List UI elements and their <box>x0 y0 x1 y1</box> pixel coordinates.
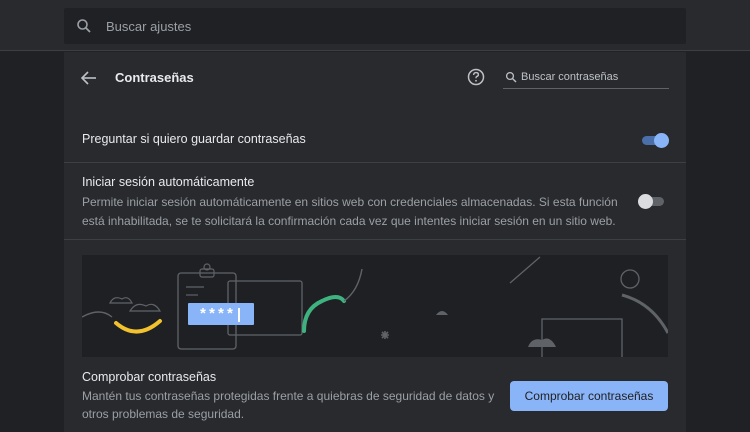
auto-signin-row: Iniciar sesión automáticamente Permite i… <box>64 163 686 240</box>
page-title: Contraseñas <box>115 70 194 85</box>
offer-to-save-toggle[interactable] <box>640 133 669 148</box>
arrow-back-icon[interactable] <box>78 67 100 89</box>
settings-search-input[interactable]: Buscar ajustes <box>64 8 686 44</box>
help-icon[interactable] <box>466 67 486 87</box>
illustration-graphic: ****| <box>82 256 668 357</box>
toggle-knob <box>638 194 653 209</box>
passwords-card: Contraseñas Buscar contraseñas Preguntar… <box>64 52 686 432</box>
check-passwords-button[interactable]: Comprobar contraseñas <box>510 381 668 411</box>
check-passwords-title: Comprobar contraseñas <box>82 370 217 384</box>
masked-password-text: ****| <box>198 307 243 324</box>
search-icon <box>505 71 517 83</box>
offer-to-save-row: Preguntar si quiero guardar contraseñas <box>64 124 686 163</box>
password-search-placeholder: Buscar contraseñas <box>521 71 619 83</box>
top-toolbar: Buscar ajustes <box>0 0 750 51</box>
password-checkup-illustration: ****| <box>82 255 668 357</box>
passwords-header: Contraseñas Buscar contraseñas <box>64 52 686 102</box>
auto-signin-description: Permite iniciar sesión automáticamente e… <box>82 195 618 228</box>
auto-signin-label: Iniciar sesión automáticamente <box>82 175 255 189</box>
search-icon <box>77 19 91 33</box>
auto-signin-toggle[interactable] <box>638 194 666 209</box>
password-search-input[interactable]: Buscar contraseñas <box>503 66 669 89</box>
settings-search-placeholder: Buscar ajustes <box>106 18 192 34</box>
check-passwords-description: Mantén tus contraseñas protegidas frente… <box>82 389 495 421</box>
offer-to-save-label: Preguntar si quiero guardar contraseñas <box>82 132 306 146</box>
toggle-knob <box>654 133 669 148</box>
